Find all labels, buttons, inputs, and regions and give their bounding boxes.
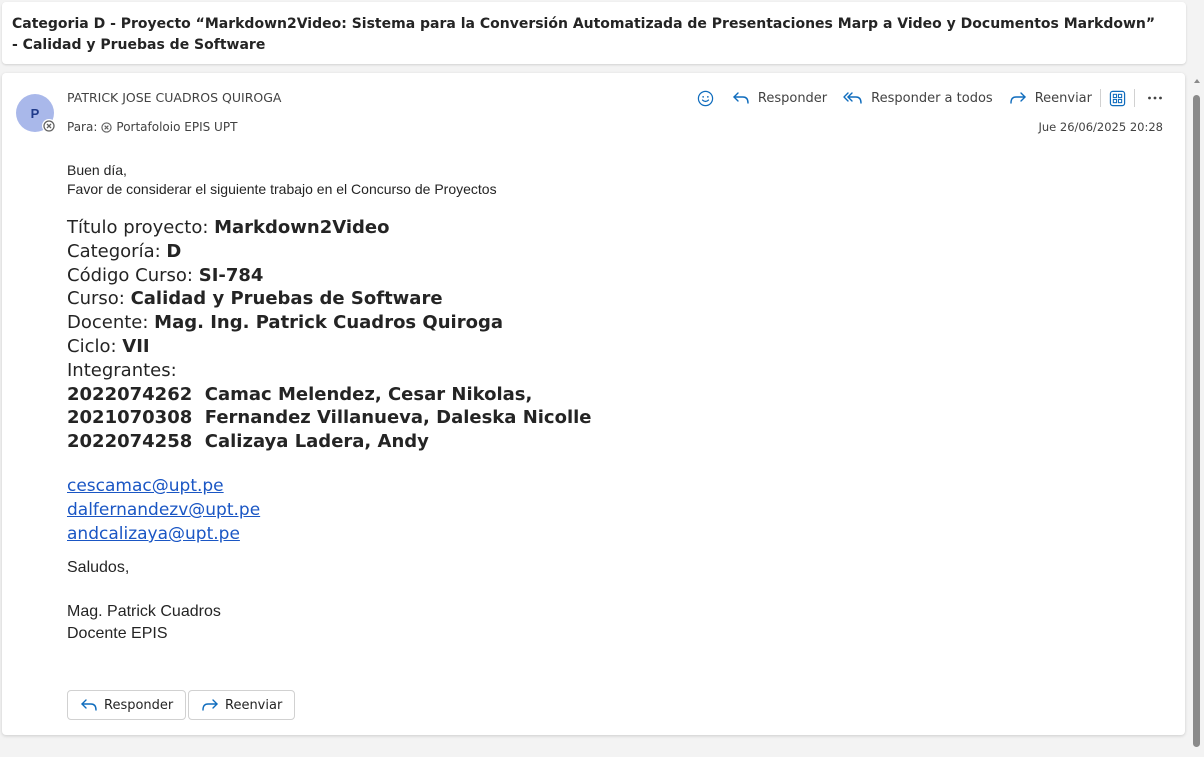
footer-reply-button[interactable]: Responder <box>67 690 187 720</box>
field-label: Categoría: <box>67 240 167 262</box>
recipient-status-icon <box>101 121 113 133</box>
presence-offline-icon <box>42 119 56 133</box>
apps-icon <box>1109 90 1126 106</box>
message-card: P PATRICK JOSE CUADROS QUIROGA Para: Por… <box>2 73 1185 735</box>
forward-label: Reenviar <box>1034 90 1092 106</box>
email-link[interactable]: cescamac@upt.pe <box>67 474 1067 498</box>
field-value: Markdown2Video <box>214 217 390 238</box>
field-value: Calidad y Pruebas de Software <box>130 288 443 310</box>
message-date: Jue 26/06/2025 20:28 <box>1038 120 1164 134</box>
signature-name: Mag. Patrick Cuadros <box>67 602 221 620</box>
project-field: Docente: Mag. Ing. Patrick Cuadros Quiro… <box>67 311 1067 335</box>
project-field: Categoría: D <box>67 240 1067 264</box>
project-field: Ciclo: VII <box>67 335 1067 359</box>
project-field: Código Curso: SI-784 <box>67 264 1067 288</box>
email-link[interactable]: andcalizaya@upt.pe <box>67 522 1067 546</box>
email-link[interactable]: dalfernandezv@upt.pe <box>67 498 1067 522</box>
project-field: Curso: Calidad y Pruebas de Software <box>67 287 1067 311</box>
field-value: SI-784 <box>198 264 264 286</box>
project-fields: Título proyecto: Markdown2Video Categoría… <box>67 216 1067 359</box>
greeting: Buen día, <box>67 162 127 178</box>
recipient-line: Para: Portafoloio EPIS UPT <box>67 120 237 134</box>
footer-reply-label: Responder <box>104 697 174 713</box>
forward-icon <box>1009 92 1026 104</box>
email-links: cescamac@upt.pe dalfernandezv@upt.pe andca… <box>67 474 1067 546</box>
closing: Saludos, <box>67 558 130 576</box>
field-value: Mag. Ing. Patrick Cuadros Quiroga <box>154 312 503 334</box>
intro-text: Favor de considerar el siguiente trabajo… <box>67 181 497 197</box>
reply-button[interactable]: Responder <box>732 91 827 106</box>
field-label: Código Curso: <box>67 264 199 286</box>
message-actions: Responder Responder a todos Reenviar <box>697 87 1163 109</box>
reply-icon <box>81 699 97 711</box>
field-label: Ciclo: <box>67 335 123 357</box>
action-divider <box>1134 89 1135 107</box>
apps-button[interactable] <box>1109 90 1126 107</box>
recipient-name[interactable]: Portafoloio EPIS UPT <box>116 120 237 134</box>
member-row: 2022074262 Camac Melendez, Cesar Nikolas… <box>67 383 533 405</box>
sender-name[interactable]: PATRICK JOSE CUADROS QUIROGA <box>67 90 281 105</box>
reply-all-icon <box>843 92 862 104</box>
field-value: D <box>166 240 182 262</box>
reply-label: Responder <box>757 90 828 106</box>
vertical-scrollbar[interactable] <box>1191 73 1204 757</box>
reply-all-button[interactable]: Responder a todos <box>843 91 993 106</box>
email-subject: Categoria D - Proyecto “Markdown2Video: … <box>12 16 1156 53</box>
smiley-icon <box>697 90 714 106</box>
emoji-reaction-button[interactable] <box>697 90 714 107</box>
scrollbar-thumb[interactable] <box>1193 95 1200 747</box>
members-list: 2022074262 Camac Melendez, Cesar Nikolas… <box>67 383 1067 454</box>
member-row: 2022074258 Calizaya Ladera, Andy <box>67 431 429 453</box>
project-field: Título proyecto: Markdown2Video <box>67 216 1067 240</box>
message-body: Buen día, Favor de considerar el siguien… <box>67 161 1067 645</box>
more-actions-button[interactable] <box>1147 95 1163 101</box>
reply-all-label: Responder a todos <box>871 90 993 106</box>
forward-icon <box>202 699 218 711</box>
field-value: VII <box>122 335 150 357</box>
reply-icon <box>733 92 749 104</box>
field-label: Título proyecto: <box>67 217 215 238</box>
footer-forward-button[interactable]: Reenviar <box>188 690 296 720</box>
field-label: Curso: <box>67 288 131 310</box>
action-divider <box>1100 89 1101 107</box>
scroll-up-arrow-icon[interactable] <box>1194 79 1200 83</box>
member-row: 2021070308 Fernandez Villanueva, Daleska… <box>67 407 592 429</box>
field-label: Docente: <box>67 312 155 334</box>
to-label: Para: <box>67 120 98 134</box>
avatar-initial: P <box>30 105 40 121</box>
members-label: Integrantes: <box>67 359 177 381</box>
signature-role: Docente EPIS <box>67 624 168 642</box>
subject-bar: Categoria D - Proyecto “Markdown2Video: … <box>2 2 1186 64</box>
forward-button[interactable]: Reenviar <box>1009 91 1092 106</box>
more-icon <box>1148 96 1162 100</box>
footer-forward-label: Reenviar <box>225 697 283 713</box>
